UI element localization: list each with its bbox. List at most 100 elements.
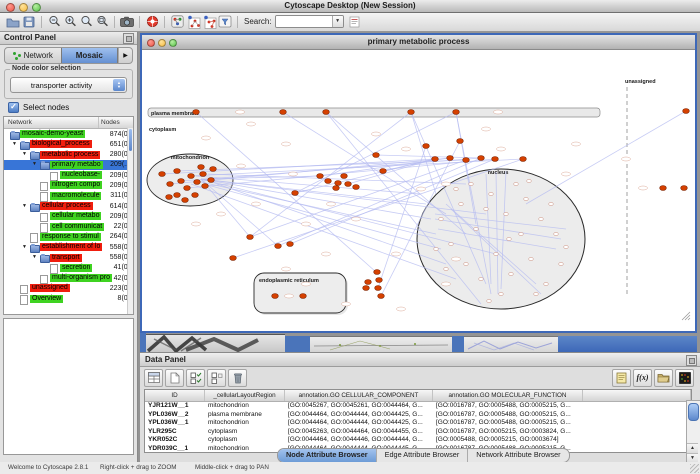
nucleus-node[interactable] (519, 232, 523, 235)
search-config-icon[interactable] (347, 14, 363, 29)
network-node[interactable] (447, 156, 454, 161)
vizmapper-icon[interactable] (169, 14, 185, 29)
help-lifering-icon[interactable] (144, 14, 160, 29)
network-node[interactable] (335, 181, 342, 186)
data-panel-float-icon[interactable] (686, 355, 697, 366)
column-header-cellularlayoutregion[interactable]: _cellularLayoutRegion (205, 390, 285, 401)
matrix-view-icon[interactable] (675, 369, 694, 387)
nucleus-node[interactable] (439, 217, 443, 220)
nucleus-node[interactable] (474, 227, 478, 230)
nucleus-node[interactable] (529, 257, 533, 260)
background-window-2-edge[interactable] (285, 336, 310, 352)
tree-expand-arrow-icon[interactable]: ▼ (32, 162, 37, 167)
network-node[interactable] (376, 278, 383, 283)
resize-grip[interactable] (690, 464, 699, 473)
tree-scrollbar[interactable] (127, 128, 133, 314)
background-window-3-edge[interactable] (452, 336, 464, 352)
nucleus-node[interactable] (509, 272, 513, 275)
tree-expand-arrow-icon[interactable]: ▼ (32, 255, 37, 260)
tree-expand-arrow-icon[interactable]: ▼ (22, 245, 27, 250)
select-attributes-icon[interactable] (186, 369, 205, 387)
window-titlebar[interactable]: Cytoscape Desktop (New Session) (0, 0, 700, 13)
edit-nodes-icon[interactable] (185, 14, 201, 29)
nucleus-node[interactable] (499, 292, 503, 295)
network-node[interactable] (280, 110, 287, 115)
zoom-out-icon[interactable] (46, 14, 62, 29)
network-node[interactable] (333, 186, 340, 191)
background-window-2[interactable] (310, 336, 452, 353)
tab-edge-attribute-browser[interactable]: Edge Attribute Browser (377, 449, 469, 462)
network-node[interactable] (200, 172, 207, 177)
network-node[interactable] (192, 193, 199, 198)
network-node[interactable] (492, 157, 499, 162)
network-node[interactable] (325, 179, 332, 184)
column-header-id[interactable]: ID (145, 390, 205, 401)
network-node[interactable] (457, 139, 464, 144)
tree-row-response-to-stimul[interactable]: response to stimul264(0) (4, 232, 133, 242)
network-canvas[interactable]: plasma membranecytoplasmmitochondrionnuc… (142, 50, 695, 331)
canvas-resize-grip[interactable] (688, 318, 690, 320)
open-session-icon[interactable] (5, 14, 21, 29)
tree-row-biological-process[interactable]: ▼biological_process651(0) (4, 139, 133, 149)
snapshot-camera-icon[interactable] (119, 14, 135, 29)
network-node[interactable] (478, 156, 485, 161)
search-dropdown-arrow[interactable]: ▼ (332, 16, 343, 27)
table-row-yjr121w-1[interactable]: YJR121W__1mitochondrion[GO:0045267, GO:0… (145, 402, 691, 411)
nucleus-node[interactable] (549, 202, 553, 205)
network-node[interactable] (365, 280, 372, 285)
tree-row-primary-metabo[interactable]: ▼primary metabo209(... (4, 160, 133, 170)
network-node[interactable] (188, 174, 195, 179)
nucleus-node[interactable] (459, 202, 463, 205)
tree-row-cell-communicat[interactable]: cell communicat22(0) (4, 222, 133, 232)
column-header-annotation-go-cellular-component[interactable]: annotation.GO CELLULAR_COMPONENT (285, 390, 433, 401)
network-node[interactable] (345, 182, 352, 187)
network-node[interactable] (378, 294, 385, 299)
network-node[interactable] (323, 110, 330, 115)
zoom-in-icon[interactable] (62, 14, 78, 29)
table-row-ypl036w-2[interactable]: YPL036W__2plasma membrane[GO:0044464, GO… (145, 411, 691, 420)
tree-row-multi-organism-pro[interactable]: multi-organism pro42(0) (4, 273, 133, 283)
zoom-selected-icon[interactable] (94, 14, 110, 29)
zoom-fit-icon[interactable] (78, 14, 94, 29)
network-node[interactable] (408, 110, 415, 115)
formula-builder-icon[interactable]: f(x) (633, 369, 652, 387)
nucleus-node[interactable] (454, 187, 458, 190)
network-node[interactable] (423, 144, 430, 149)
new-attribute-icon[interactable] (165, 369, 184, 387)
network-node[interactable] (317, 174, 324, 179)
network-node[interactable] (159, 172, 166, 177)
tree-row-nitrogen-compo[interactable]: nitrogen compo209(0) (4, 180, 133, 190)
network-node[interactable] (681, 186, 688, 191)
select-nodes-checkbox[interactable]: ✓ (8, 102, 19, 113)
nucleus-node[interactable] (464, 262, 468, 265)
network-node[interactable] (463, 158, 470, 163)
network-node[interactable] (272, 294, 279, 299)
tree-row-overview[interactable]: Overview8(0) (4, 294, 133, 304)
background-window-4-edge[interactable] (558, 336, 697, 352)
scroll-up-arrow[interactable]: ▲ (687, 443, 698, 453)
nucleus-node[interactable] (514, 182, 518, 185)
network-node[interactable] (275, 244, 282, 249)
background-window-3[interactable] (464, 336, 558, 353)
search-input[interactable] (276, 16, 332, 27)
save-session-icon[interactable] (21, 14, 37, 29)
nucleus-node[interactable] (539, 217, 543, 220)
network-node[interactable] (166, 195, 173, 200)
network-node[interactable] (453, 110, 460, 115)
table-row-ykr052c[interactable]: YKR052Ccytoplasm[GO:0044464, GO:0044446,… (145, 436, 691, 445)
nucleus-node[interactable] (489, 192, 493, 195)
tree-expand-arrow-icon[interactable]: ▼ (22, 204, 27, 209)
tree-row-nucleobase[interactable]: nucleobase-209(0) (4, 170, 133, 180)
network-node[interactable] (210, 167, 217, 172)
delete-attribute-icon[interactable] (228, 369, 247, 387)
network-node[interactable] (287, 242, 294, 247)
tab-network-attribute-browser[interactable]: Network Attribute Browser (468, 449, 568, 462)
network-node[interactable] (353, 185, 360, 190)
network-node[interactable] (198, 165, 205, 170)
network-window-titlebar[interactable]: primary metabolic process (142, 35, 695, 50)
network-node[interactable] (184, 186, 191, 191)
background-window-1[interactable] (146, 334, 285, 353)
network-node[interactable] (247, 235, 254, 240)
attribute-table-icon[interactable] (144, 369, 163, 387)
table-scrollbar-thumb[interactable] (688, 403, 699, 421)
